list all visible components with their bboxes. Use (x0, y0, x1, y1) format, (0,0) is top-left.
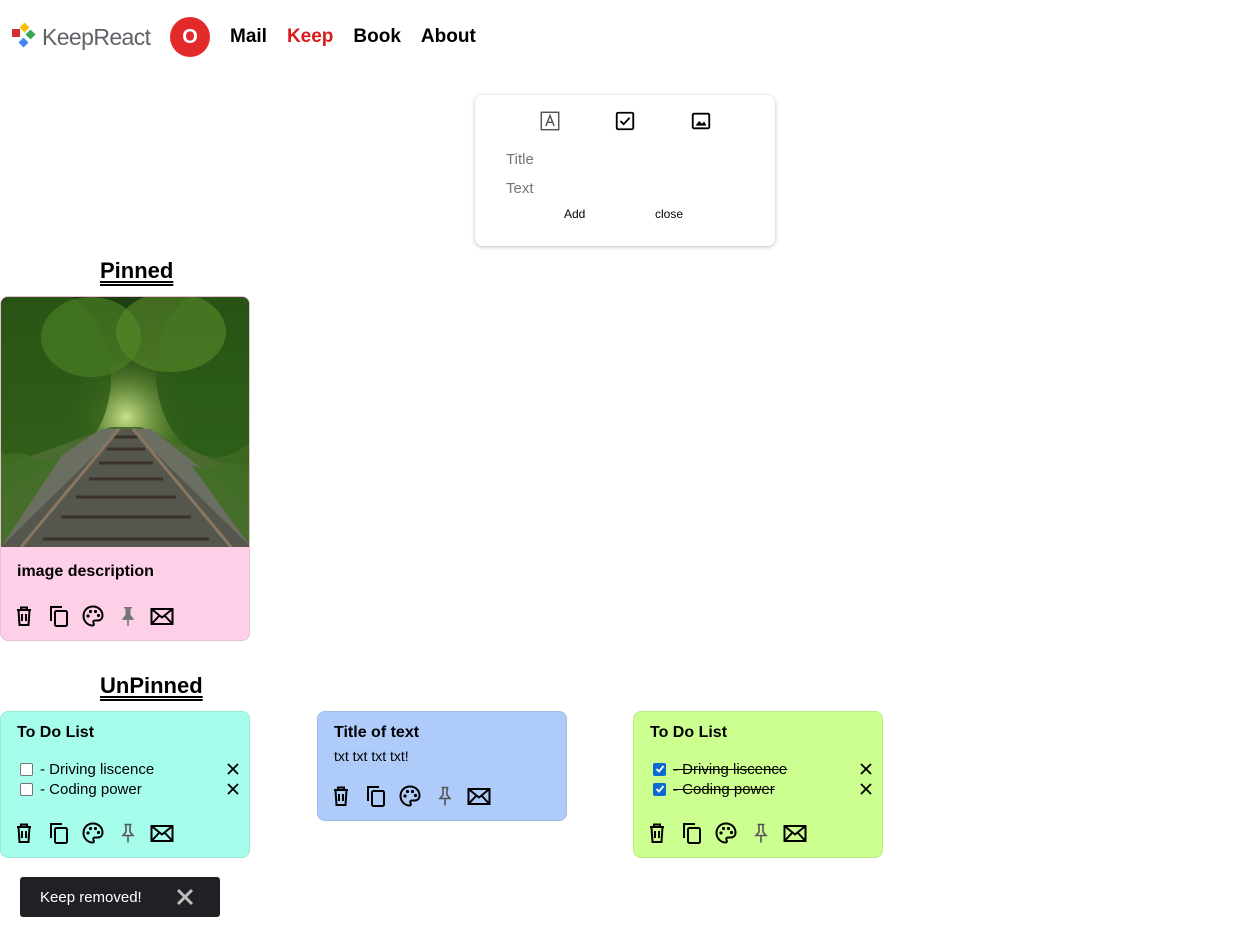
note-text: txt txt txt txt! (334, 748, 409, 764)
toast-message: Keep removed! (40, 888, 142, 906)
note-card-todo-done[interactable]: To Do List - Driving liscence - Coding p… (633, 711, 883, 858)
unpinned-heading: UnPinned (100, 673, 203, 698)
note-image (1, 297, 249, 547)
todo-label: - Coding power (673, 780, 775, 798)
nav-link-keep[interactable]: Keep (287, 26, 333, 48)
remove-todo-icon[interactable] (859, 762, 873, 776)
add-note-button[interactable]: Add (564, 207, 585, 221)
avatar[interactable]: O (170, 17, 210, 57)
trash-icon[interactable] (11, 603, 37, 629)
palette-icon[interactable] (80, 820, 106, 846)
duplicate-icon[interactable] (363, 783, 389, 809)
note-toolbar (11, 820, 184, 846)
pin-icon[interactable] (432, 783, 458, 809)
palette-icon[interactable] (397, 783, 423, 809)
pinned-heading: Pinned (100, 258, 174, 283)
todo-label: - Driving liscence (40, 760, 155, 778)
note-text-input[interactable] (506, 180, 746, 197)
duplicate-icon[interactable] (46, 820, 72, 846)
close-composer-button[interactable]: close (655, 207, 683, 221)
pin-icon[interactable] (748, 820, 774, 846)
note-title: To Do List (17, 724, 95, 741)
note-title: To Do List (650, 724, 728, 741)
todo-label: - Driving liscence (673, 760, 788, 778)
mail-icon[interactable] (466, 783, 492, 809)
app-logo[interactable]: KeepReact (10, 22, 151, 52)
app-header: KeepReact O Mail Keep Book About (0, 0, 1250, 75)
pin-icon[interactable] (115, 820, 141, 846)
trash-icon[interactable] (11, 820, 37, 846)
nav-link-about[interactable]: About (421, 26, 476, 48)
todo-item: - Driving liscence (20, 759, 240, 779)
remove-todo-icon[interactable] (226, 762, 240, 776)
pin-icon[interactable] (115, 603, 141, 629)
note-toolbar (328, 783, 501, 809)
palette-icon[interactable] (713, 820, 739, 846)
text-note-icon[interactable] (538, 109, 562, 133)
note-title: image description (17, 563, 154, 580)
todo-label: - Coding power (40, 780, 142, 798)
trash-icon[interactable] (644, 820, 670, 846)
todo-checkbox[interactable] (20, 782, 33, 796)
trash-icon[interactable] (328, 783, 354, 809)
todo-checkbox[interactable] (653, 782, 666, 796)
note-composer: Add close (475, 95, 775, 246)
todo-item: - Coding power (653, 779, 873, 799)
note-toolbar (11, 603, 184, 629)
todo-item: - Driving liscence (653, 759, 873, 779)
note-title-input[interactable] (506, 151, 746, 168)
todo-item: - Coding power (20, 779, 240, 799)
note-card-todo[interactable]: To Do List - Driving liscence - Coding p… (0, 711, 250, 858)
note-title: Title of text (334, 724, 420, 741)
image-icon[interactable] (689, 109, 713, 133)
mail-icon[interactable] (149, 603, 175, 629)
todo-checkbox[interactable] (653, 762, 666, 776)
remove-todo-icon[interactable] (859, 782, 873, 796)
logo-text: KeepReact (42, 23, 151, 50)
remove-todo-icon[interactable] (226, 782, 240, 796)
duplicate-icon[interactable] (679, 820, 705, 846)
note-toolbar (644, 820, 817, 846)
nav-link-book[interactable]: Book (353, 26, 401, 48)
todo-checkbox[interactable] (20, 762, 33, 776)
main-nav: Mail Keep Book About (230, 26, 496, 48)
mail-icon[interactable] (149, 820, 175, 846)
snackbar-toast: Keep removed! (20, 877, 220, 917)
checklist-icon[interactable] (613, 109, 637, 133)
note-card-text[interactable]: Title of text txt txt txt txt! (317, 711, 567, 821)
nav-link-mail[interactable]: Mail (230, 26, 267, 48)
duplicate-icon[interactable] (46, 603, 72, 629)
note-card-image[interactable]: image description (0, 296, 250, 641)
logo-mark-icon (12, 22, 36, 48)
palette-icon[interactable] (80, 603, 106, 629)
close-icon[interactable] (175, 887, 195, 907)
mail-icon[interactable] (782, 820, 808, 846)
